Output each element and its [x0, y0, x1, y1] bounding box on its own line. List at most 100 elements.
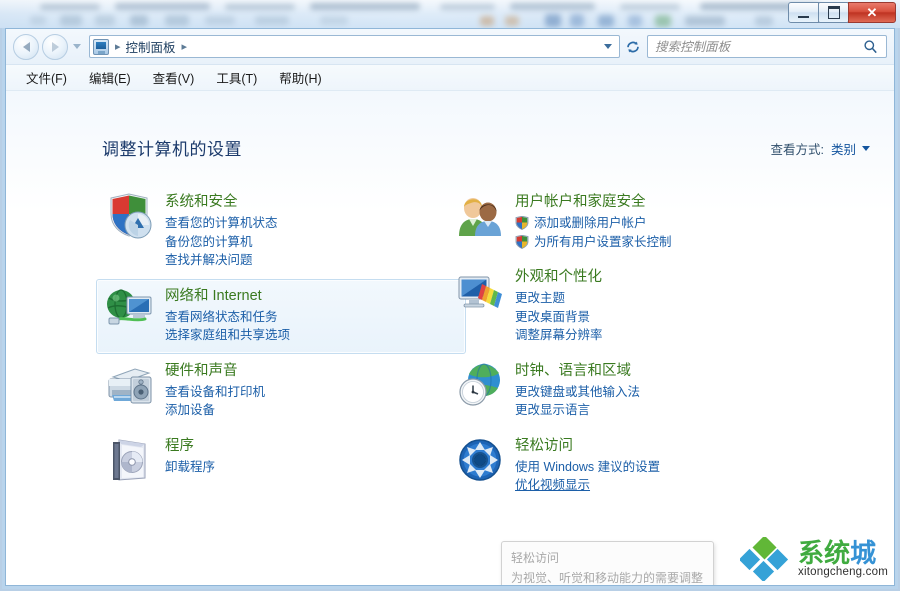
glass-blur-artifact — [225, 4, 295, 10]
search-icon[interactable] — [863, 39, 878, 54]
glass-blur-artifact — [685, 16, 725, 26]
chevron-down-icon[interactable] — [862, 146, 870, 151]
category-link-label: 为所有用户设置家长控制 — [534, 234, 672, 249]
category-column-left: 系统和安全查看您的计算机状态 备份您的计算机 查找并解决问题 网络和 Interne… — [96, 185, 466, 495]
category-link[interactable]: 使用 Windows 建议的设置 — [515, 458, 660, 477]
category-link-label: 使用 Windows 建议的设置 — [515, 459, 661, 474]
category-title[interactable]: 时钟、语言和区域 — [515, 362, 640, 380]
category-link[interactable]: 备份您的计算机 — [165, 233, 278, 252]
category-link-label: 更改键盘或其他输入法 — [515, 384, 641, 399]
breadcrumb-separator-icon[interactable]: ▸ — [115, 40, 121, 53]
category-link[interactable]: 查看设备和打印机 — [165, 383, 265, 402]
menu-item-tools[interactable]: 工具(T) — [205, 65, 268, 90]
category-4[interactable]: 轻松访问使用 Windows 建议的设置 优化视频显示 — [446, 429, 826, 504]
menu-item-view[interactable]: 查看(V) — [142, 65, 206, 90]
view-by-label: 查看方式: — [770, 143, 824, 157]
category-4[interactable]: 程序 卸载程序 — [96, 429, 466, 495]
tooltip-title: 轻松访问 — [511, 551, 560, 565]
glass-blur-artifact — [755, 16, 773, 26]
view-by-control[interactable]: 查看方式: 类别 — [770, 139, 870, 158]
glass-blur-artifact — [205, 16, 235, 25]
breadcrumb-control-panel[interactable]: 控制面板 — [126, 37, 176, 56]
maximize-button[interactable] — [818, 2, 849, 23]
view-by-value[interactable]: 类别 — [831, 139, 856, 158]
category-link[interactable]: 卸载程序 — [165, 458, 215, 477]
uac-shield-icon — [515, 234, 529, 249]
window-controls[interactable]: ✕ — [788, 2, 896, 23]
category-link[interactable]: 选择家庭组和共享选项 — [165, 326, 290, 345]
minimize-button[interactable] — [788, 2, 819, 23]
category-2[interactable]: 外观和个性化 更改主题 更改桌面背景调整屏幕分辨率 — [446, 260, 826, 354]
breadcrumb-separator-icon-2[interactable]: ▸ — [182, 40, 188, 53]
glass-blur-artifact — [570, 14, 584, 27]
printer-speaker-icon — [105, 361, 157, 411]
category-text: 用户帐户和家庭安全 添加或删除用户帐户 为所有用户设置家长控制 — [515, 192, 672, 251]
search-box[interactable] — [647, 35, 887, 58]
close-button[interactable]: ✕ — [848, 2, 896, 23]
forward-button[interactable] — [42, 33, 68, 60]
glass-blur-artifact — [545, 14, 561, 27]
ease-of-access-icon — [455, 436, 507, 486]
menu-item-edit[interactable]: 编辑(E) — [78, 65, 142, 90]
category-title[interactable]: 用户帐户和家庭安全 — [515, 193, 672, 211]
category-3[interactable]: 时钟、语言和区域 更改键盘或其他输入法更改显示语言 — [446, 354, 826, 429]
category-link[interactable]: 查找并解决问题 — [165, 251, 278, 270]
category-link[interactable]: 调整屏幕分辨率 — [515, 326, 603, 345]
address-dropdown-icon[interactable] — [604, 44, 612, 49]
category-title[interactable]: 程序 — [165, 437, 215, 455]
category-title[interactable]: 硬件和声音 — [165, 362, 265, 380]
search-input[interactable] — [648, 38, 863, 55]
category-link[interactable]: 更改主题 — [515, 289, 603, 308]
window-title-bar[interactable]: ✕ — [0, 0, 900, 28]
glass-blur-artifact — [40, 4, 100, 10]
users-icon — [455, 192, 507, 242]
category-2[interactable]: 网络和 Internet 查看网络状态和任务 选择家庭组和共享选项 — [96, 278, 466, 354]
category-text: 外观和个性化 更改主题 更改桌面背景调整屏幕分辨率 — [515, 267, 603, 345]
chevron-down-icon — [73, 44, 81, 49]
menu-bar: 文件(F) 编辑(E) 查看(V) 工具(T) 帮助(H) — [6, 65, 894, 91]
category-title[interactable]: 外观和个性化 — [515, 268, 603, 286]
category-link-label: 更改桌面背景 — [515, 309, 591, 324]
control-panel-icon — [93, 38, 109, 55]
category-link[interactable]: 优化视频显示 — [515, 476, 660, 495]
watermark-text: 系统城 xitongcheng.com — [798, 538, 888, 579]
watermark: 系统城 xitongcheng.com — [740, 537, 888, 581]
address-bar[interactable]: ▸ 控制面板 ▸ — [89, 35, 620, 58]
category-title[interactable]: 网络和 Internet — [165, 287, 290, 305]
category-1[interactable]: 系统和安全查看您的计算机状态 备份您的计算机 查找并解决问题 — [96, 185, 466, 279]
category-link-label: 优化视频显示 — [515, 478, 591, 492]
menu-item-help[interactable]: 帮助(H) — [268, 65, 332, 90]
glass-blur-artifact — [598, 15, 614, 27]
category-title[interactable]: 系统和安全 — [165, 193, 278, 211]
category-link[interactable]: 更改显示语言 — [515, 401, 640, 420]
close-icon: ✕ — [866, 4, 878, 20]
category-link[interactable]: 查看您的计算机状态 — [165, 214, 278, 233]
menu-item-file[interactable]: 文件(F) — [15, 65, 78, 90]
refresh-button[interactable] — [621, 35, 645, 58]
page-title: 调整计算机的设置 — [102, 140, 242, 159]
glass-blur-artifact — [95, 15, 115, 26]
category-text: 硬件和声音查看设备和打印机 添加设备 — [165, 361, 265, 420]
recent-locations-button[interactable] — [70, 35, 84, 59]
clock-globe-icon — [455, 361, 507, 411]
category-link-label: 选择家庭组和共享选项 — [165, 328, 291, 342]
category-text: 时钟、语言和区域 更改键盘或其他输入法更改显示语言 — [515, 361, 640, 420]
category-link[interactable]: 更改键盘或其他输入法 — [515, 383, 640, 402]
back-button[interactable] — [13, 33, 39, 60]
category-1[interactable]: 用户帐户和家庭安全 添加或删除用户帐户 为所有用户设置家长控制 — [446, 185, 826, 260]
control-panel-window: ▸ 控制面板 ▸ 文件(F) 编辑(E) 查看(V) 工具(T) 帮助 — [2, 28, 898, 589]
category-link[interactable]: 添加设备 — [165, 401, 265, 420]
uac-shield-icon — [515, 216, 529, 231]
maximize-icon — [827, 6, 840, 19]
programs-box-icon — [105, 436, 157, 486]
category-link[interactable]: 查看网络状态和任务 — [165, 308, 290, 327]
category-text: 程序 卸载程序 — [165, 436, 215, 486]
category-title[interactable]: 轻松访问 — [515, 437, 660, 455]
glass-blur-artifact — [165, 15, 189, 26]
category-3[interactable]: 硬件和声音查看设备和打印机 添加设备 — [96, 354, 466, 429]
watermark-char-1: 系 — [798, 538, 825, 568]
category-link[interactable]: 添加或删除用户帐户 — [515, 214, 672, 233]
category-link[interactable]: 为所有用户设置家长控制 — [515, 233, 672, 252]
watermark-char-3: 城 — [850, 538, 877, 568]
category-link[interactable]: 更改桌面背景 — [515, 308, 603, 327]
